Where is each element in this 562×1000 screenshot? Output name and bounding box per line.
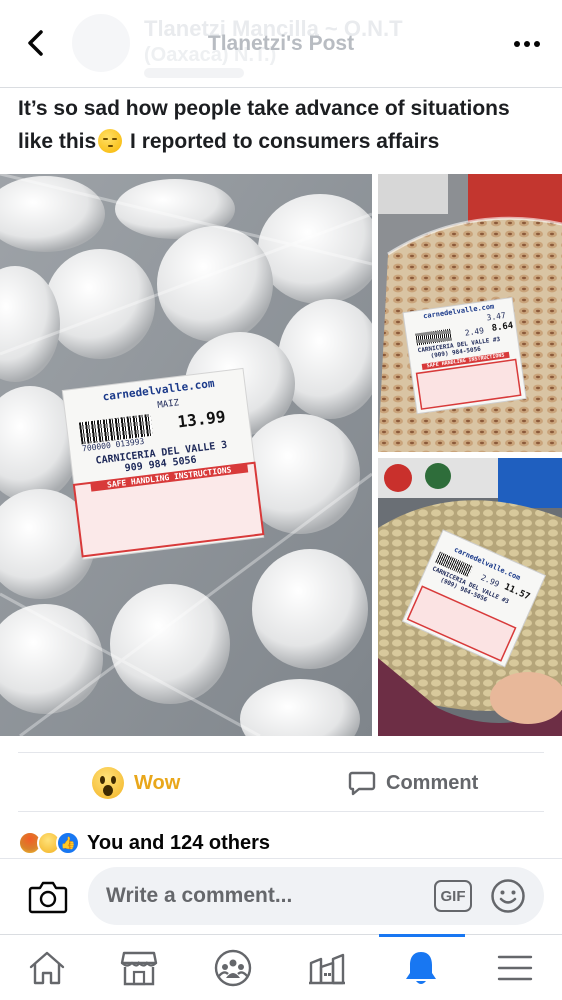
unamused-face-emoji [98,129,123,153]
nav-marketplace[interactable] [116,945,162,991]
notifications-bell-icon [406,952,436,984]
post-actions-bar: Wow Comment [18,752,544,812]
comment-bubble-icon [348,771,376,796]
emoji-button[interactable] [490,878,526,914]
wow-label: Wow [134,771,181,794]
reactions-summary[interactable]: 👍 You and 124 others [18,828,270,858]
menu-hamburger-icon [497,955,533,981]
comment-label: Comment [386,771,479,794]
bottom-navigation [0,934,562,1000]
wow-reaction-button[interactable]: Wow [92,763,180,803]
page-title: Tlanetzi's Post [207,32,355,55]
post-text-tail: I reported to consumers affairs [124,130,440,153]
more-horizontal-icon [514,41,540,47]
post-photo-eggs[interactable]: carnedelvalle.com MAIZ 13.99 700000 0139… [0,174,372,736]
label-unit-price: 2.49 [464,325,485,338]
marketplace-icon [120,951,158,986]
label-price: 8.64 [491,320,514,334]
pages-flag-icon [309,953,345,985]
price-label-eggs: carnedelvalle.com MAIZ 13.99 700000 0139… [69,369,258,493]
nav-menu[interactable] [492,945,538,991]
gif-button[interactable]: GIF [434,880,472,912]
nav-groups[interactable] [210,945,256,991]
camera-icon [28,881,68,914]
more-options-button[interactable] [512,30,542,58]
nav-home[interactable] [24,945,70,991]
post-photo-peruano-beans[interactable]: carnedelvalle.com 2.99 11.57 CARNICERIA … [378,458,562,736]
wow-face-icon [92,767,124,799]
post-header: Tlanetzi Mancilla ~ O.N.T (Oaxaca) N.T.)… [0,0,562,88]
active-tab-indicator [379,934,465,937]
comment-composer: GIF [0,858,562,934]
comment-button[interactable]: Comment [348,763,478,803]
post-timestamp-faded [144,68,244,78]
comment-input[interactable] [88,867,544,925]
groups-icon [214,949,252,987]
post-text: It’s so sad how people take advance of s… [18,92,548,158]
nav-notifications[interactable] [398,945,444,991]
post-photo-pinto-beans[interactable]: carnedelvalle.com 3.47 2.49 8.64 CARNICE… [378,174,562,452]
nav-pages[interactable] [304,945,350,991]
camera-button[interactable] [28,879,68,915]
home-icon [29,951,65,985]
reactions-count-text: You and 124 others [87,831,271,854]
smiley-icon [491,879,525,913]
like-reaction-icon: 👍 [56,831,80,855]
